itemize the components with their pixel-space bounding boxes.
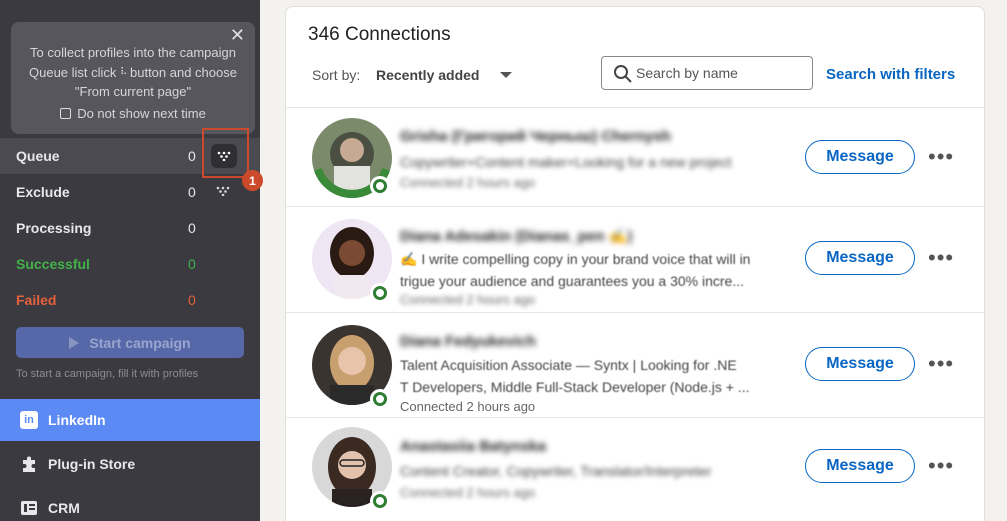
message-button[interactable]: Message [805, 241, 915, 275]
start-campaign-button[interactable]: Start campaign [16, 327, 244, 358]
play-icon [69, 336, 80, 349]
stat-count: 0 [188, 148, 196, 164]
stat-label: Successful [16, 256, 90, 272]
connection-row: Anastasiia Batynska Content Creator, Cop… [286, 418, 984, 521]
message-button[interactable]: Message [805, 347, 915, 381]
connection-row: Diana Fedyukevich Talent Acquisition Ass… [286, 313, 984, 417]
more-options-icon[interactable]: ••• [928, 144, 954, 170]
checkbox-icon[interactable] [60, 107, 72, 119]
connection-row: Diana Adesakin (Dianas_pen ✍) ✍ I write … [286, 207, 984, 312]
connection-name[interactable]: Diana Fedyukevich [400, 333, 536, 350]
connection-headline: Content Creator, Copywriter, Translator/… [400, 463, 712, 479]
more-options-icon[interactable]: ••• [928, 453, 954, 479]
collect-dots-icon[interactable] [216, 186, 230, 199]
connection-time: Connected 2 hours ago [400, 485, 536, 500]
puzzle-icon [19, 454, 39, 474]
message-button[interactable]: Message [805, 449, 915, 483]
nav-label: CRM [48, 500, 80, 516]
search-field[interactable] [601, 56, 813, 90]
online-status-icon [370, 176, 390, 196]
connection-headline: Talent Acquisition Associate — Syntx | L… [400, 357, 737, 373]
start-hint: To start a campaign, fill it with profil… [16, 368, 199, 380]
stat-row-exclude[interactable]: Exclude 0 [0, 174, 260, 210]
queue-tooltip: ✕ To collect profiles into the campaign … [11, 22, 255, 134]
nav-label: LinkedIn [48, 412, 106, 428]
more-options-icon[interactable]: ••• [928, 245, 954, 271]
nav-item-linkedin[interactable]: in LinkedIn [0, 399, 260, 441]
stat-label: Exclude [16, 184, 70, 200]
connection-headline: ✍ I write compelling copy in your brand … [400, 251, 751, 267]
stat-count: 0 [188, 184, 196, 200]
search-with-filters-link[interactable]: Search with filters [826, 66, 955, 83]
search-input[interactable] [636, 63, 806, 83]
stat-count: 0 [188, 220, 196, 236]
stat-count: 0 [188, 256, 196, 272]
connection-name[interactable]: Anastasiia Batynska [400, 438, 546, 455]
caret-down-icon[interactable] [500, 72, 512, 78]
collect-dots-icon: ⠧ [120, 66, 127, 78]
tooltip-text: To collect profiles into the campaign Qu… [29, 45, 237, 99]
connections-card: 346 Connections Sort by: Recently added … [285, 6, 985, 521]
close-icon[interactable]: ✕ [230, 25, 245, 46]
nav-label: Plug-in Store [48, 456, 136, 472]
highlight-frame [202, 128, 249, 178]
connection-row: Grisha (Григорий Черныш) Chernysh Copywr… [286, 108, 984, 206]
page-title: 346 Connections [308, 24, 451, 45]
stat-row-processing: Processing 0 [0, 210, 260, 246]
connection-headline-line2: trigue your audience and guarantees you … [400, 273, 745, 289]
stat-row-successful: Successful 0 [0, 246, 260, 282]
connection-name[interactable]: Diana Adesakin (Dianas_pen ✍) [400, 227, 632, 245]
crm-icon [19, 498, 39, 518]
stat-row-failed: Failed 0 [0, 282, 260, 318]
start-campaign-label: Start campaign [89, 334, 191, 351]
nav-item-plugin-store[interactable]: Plug-in Store [0, 443, 260, 485]
sort-label: Sort by: [312, 67, 361, 83]
connection-time: Connected 2 hours ago [400, 292, 536, 307]
stat-count: 0 [188, 292, 196, 308]
extension-sidebar: ✕ To collect profiles into the campaign … [0, 0, 263, 521]
do-not-show-checkbox[interactable]: Do not show next time [19, 104, 247, 124]
stat-label: Queue [16, 148, 60, 164]
connection-name[interactable]: Grisha (Григорий Черныш) Chernysh [400, 128, 671, 145]
connection-time: Connected 2 hours ago [400, 399, 536, 414]
message-button[interactable]: Message [805, 140, 915, 174]
sort-dropdown[interactable]: Recently added [376, 67, 479, 83]
connection-headline-line2: T Developers, Middle Full-Stack Develope… [400, 379, 750, 395]
online-status-icon [370, 283, 390, 303]
online-status-icon [370, 491, 390, 511]
stat-label: Processing [16, 220, 92, 236]
search-icon [614, 65, 632, 83]
checkbox-label: Do not show next time [77, 105, 206, 121]
online-status-icon [370, 389, 390, 409]
connection-time: Connected 2 hours ago [400, 175, 536, 190]
more-options-icon[interactable]: ••• [928, 351, 954, 377]
linkedin-icon: in [19, 410, 39, 430]
nav-item-crm[interactable]: CRM [0, 487, 260, 521]
stat-label: Failed [16, 292, 57, 308]
connection-headline: Copywriter+Content maker+Looking for a n… [400, 154, 732, 170]
